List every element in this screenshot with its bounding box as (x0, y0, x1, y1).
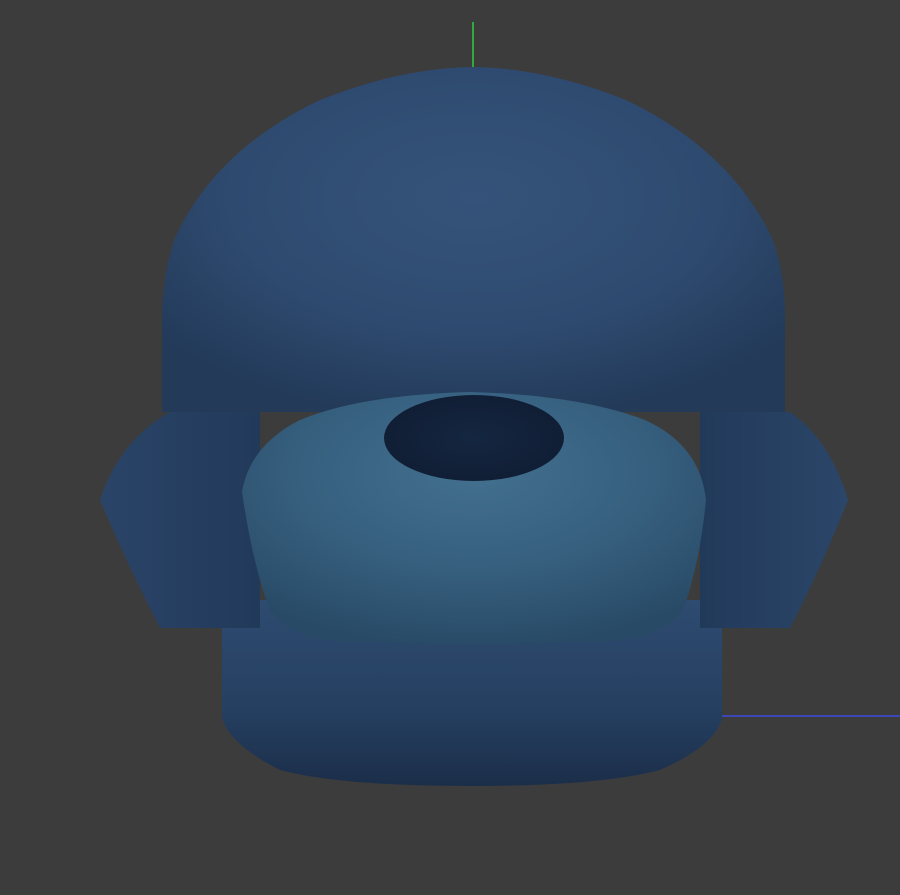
3d-viewport[interactable] (0, 0, 900, 895)
model-dome[interactable] (162, 67, 785, 412)
model-right-wing[interactable] (700, 412, 848, 628)
model-left-wing[interactable] (100, 412, 260, 628)
model-hole[interactable] (384, 395, 564, 481)
viewport-canvas[interactable] (0, 0, 900, 895)
